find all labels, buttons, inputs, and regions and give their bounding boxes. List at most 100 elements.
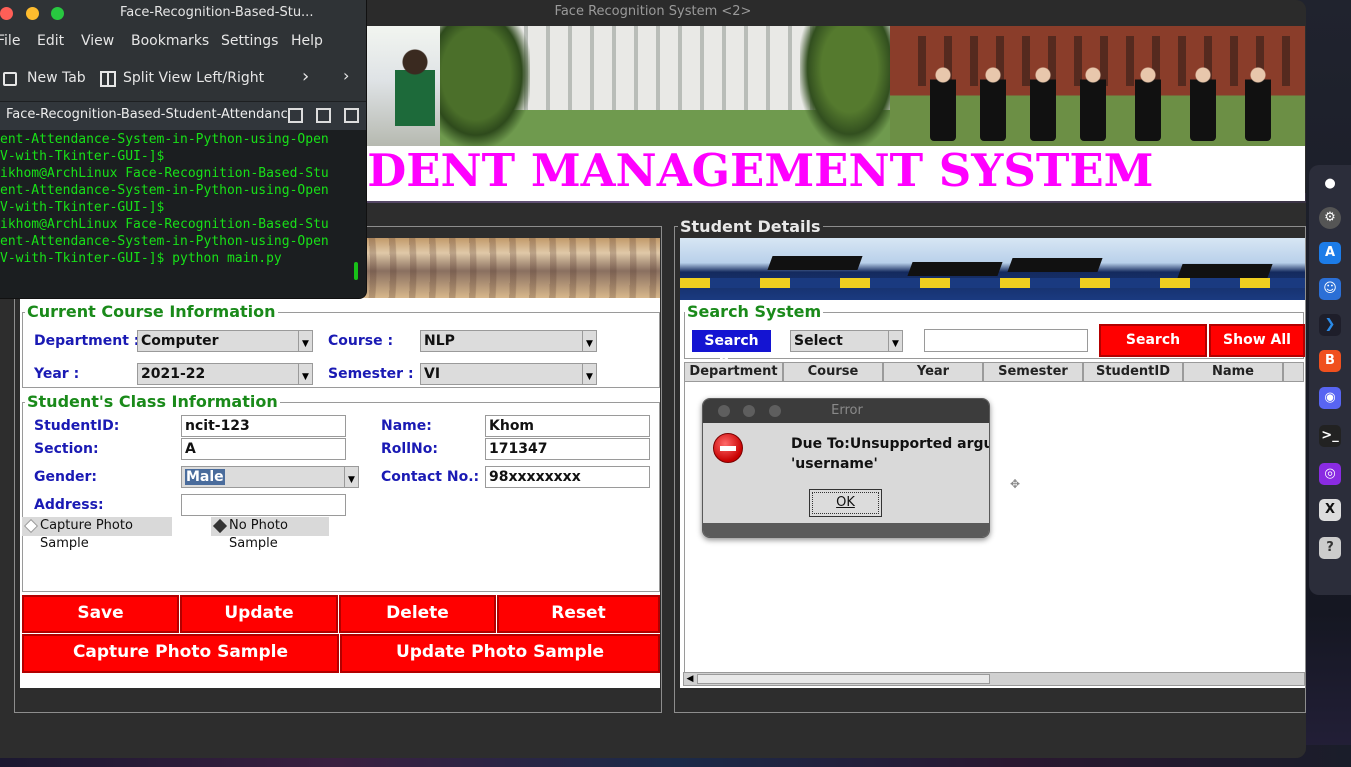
discord-icon[interactable]: ◉ xyxy=(1319,387,1341,409)
menu-view[interactable]: View xyxy=(81,26,114,56)
no-photo-radio[interactable]: No Photo Sample xyxy=(211,517,329,551)
update-button[interactable]: Update xyxy=(180,595,338,633)
terminal-icon[interactable]: >_ xyxy=(1319,425,1341,447)
ok-button-label: OK xyxy=(812,492,879,514)
menu-file[interactable]: File xyxy=(0,26,20,56)
column-header-name[interactable]: Name xyxy=(1183,362,1283,382)
split-pane-icon[interactable] xyxy=(316,108,331,123)
terminal-scrollbar[interactable] xyxy=(354,262,358,280)
class-info-title: Student's Class Information xyxy=(25,392,280,411)
ok-button[interactable]: OK xyxy=(809,489,882,517)
scroll-left-icon[interactable]: ◀ xyxy=(684,673,696,685)
minimize-dot-icon[interactable] xyxy=(26,7,39,20)
close-pane-icon[interactable] xyxy=(344,108,359,123)
terminal-titlebar[interactable]: Face-Recognition-Based-Stu... xyxy=(0,0,366,26)
name-field[interactable]: Khom xyxy=(485,415,650,437)
column-header-studentid[interactable]: StudentID xyxy=(1083,362,1183,382)
capture-photo-radio[interactable]: Capture Photo Sample xyxy=(22,517,172,551)
chevron-down-icon[interactable]: ▼ xyxy=(298,364,312,384)
search-button[interactable]: Search xyxy=(1099,324,1207,357)
studentid-label: StudentID: xyxy=(34,418,120,434)
course-info-title: Current Course Information xyxy=(25,302,278,321)
department-label: Department : xyxy=(34,333,140,349)
finder-icon[interactable]: ☺ xyxy=(1319,278,1341,300)
chevron-right-icon[interactable]: › xyxy=(343,66,349,85)
table-header: Department Course Year Semester StudentI… xyxy=(684,362,1304,382)
maximize-pane-icon[interactable] xyxy=(288,108,303,123)
radio-empty-icon xyxy=(23,518,39,534)
maximize-dot-icon[interactable] xyxy=(51,7,64,20)
search-by-select[interactable]: Select ▼ xyxy=(790,330,903,352)
terminal-line: V-with-Tkinter-GUI-]$ xyxy=(0,200,165,215)
close-dot-icon[interactable] xyxy=(0,7,13,20)
screen-recorder-icon[interactable]: ◎ xyxy=(1319,463,1341,485)
dialog-message-line1: Due To:Unsupported argument xyxy=(791,436,990,452)
apple-icon[interactable]: ● xyxy=(1319,173,1341,195)
contact-field[interactable]: 98xxxxxxxx xyxy=(485,466,650,488)
save-button[interactable]: Save xyxy=(22,595,179,633)
vscode-icon[interactable]: ❯ xyxy=(1319,314,1341,336)
chevron-down-icon[interactable]: ▼ xyxy=(582,331,596,351)
dialog-titlebar[interactable]: Error xyxy=(703,399,989,423)
new-tab-button[interactable]: New Tab xyxy=(27,70,86,86)
terminal-title: Face-Recognition-Based-Stu... xyxy=(120,5,314,20)
x-icon[interactable]: X xyxy=(1319,499,1341,521)
section-field[interactable]: A xyxy=(181,438,346,460)
help-icon[interactable]: ? xyxy=(1319,537,1341,559)
address-field[interactable] xyxy=(181,494,346,516)
maximize-dot-icon[interactable] xyxy=(769,405,781,417)
column-header-department[interactable]: Department xyxy=(684,362,783,382)
horizontal-scrollbar[interactable]: ◀ xyxy=(683,672,1305,686)
chevron-down-icon[interactable]: ▼ xyxy=(888,331,902,351)
banner-image-campus xyxy=(440,26,890,146)
chevron-down-icon[interactable]: ▼ xyxy=(298,331,312,351)
new-tab-icon[interactable] xyxy=(3,72,17,86)
gender-select[interactable]: Male ▼ xyxy=(181,466,359,488)
capture-photo-button[interactable]: Capture Photo Sample xyxy=(22,634,339,673)
column-header-semester[interactable]: Semester xyxy=(983,362,1083,382)
year-select[interactable]: 2021-22 ▼ xyxy=(137,363,313,385)
column-header-course[interactable]: Course xyxy=(783,362,883,382)
graduation-cap xyxy=(767,256,863,270)
banner-images xyxy=(365,26,1305,146)
split-view-icon[interactable] xyxy=(100,71,116,87)
reset-button[interactable]: Reset xyxy=(497,595,660,633)
show-all-button[interactable]: Show All xyxy=(1209,324,1305,357)
column-header-year[interactable]: Year xyxy=(883,362,983,382)
minimize-dot-icon[interactable] xyxy=(743,405,755,417)
course-select[interactable]: NLP ▼ xyxy=(420,330,597,352)
name-label: Name: xyxy=(381,418,432,434)
delete-button[interactable]: Delete xyxy=(339,595,496,633)
menu-settings[interactable]: Settings xyxy=(221,26,278,56)
close-dot-icon[interactable] xyxy=(718,405,730,417)
search-input[interactable] xyxy=(924,329,1088,352)
banner-image-graduates xyxy=(890,26,1305,146)
chevron-down-icon[interactable]: ▼ xyxy=(582,364,596,384)
terminal-line: V-with-Tkinter-GUI-]$ xyxy=(0,149,165,164)
gown-stripes xyxy=(680,278,1305,288)
dock: ● ⚙ A ☺ ❯ B ◉ >_ ◎ X ? xyxy=(1309,165,1351,595)
graduation-cap xyxy=(1007,258,1103,272)
course-value: NLP xyxy=(424,333,455,349)
brave-icon[interactable]: B xyxy=(1319,350,1341,372)
semester-select[interactable]: VI ▼ xyxy=(420,363,597,385)
settings-icon[interactable]: ⚙ xyxy=(1319,207,1341,229)
semester-label: Semester : xyxy=(328,366,414,382)
appstore-icon[interactable]: A xyxy=(1319,242,1341,264)
chevron-right-icon[interactable]: › xyxy=(302,66,309,87)
app-title: STUDENT MANAGEMENT SYSTEM xyxy=(262,144,1154,197)
department-select[interactable]: Computer ▼ xyxy=(137,330,313,352)
menu-help[interactable]: Help xyxy=(291,26,323,56)
rollno-field[interactable]: 171347 xyxy=(485,438,650,460)
menu-edit[interactable]: Edit xyxy=(37,26,64,56)
terminal-line: ent-Attendance-System-in-Python-using-Op… xyxy=(0,183,329,198)
studentid-field[interactable]: ncit-123 xyxy=(181,415,346,437)
menu-bookmarks[interactable]: Bookmarks xyxy=(131,26,209,56)
terminal-tab[interactable]: Face-Recognition-Based-Student-Attendanc… xyxy=(0,102,366,130)
chevron-down-icon[interactable]: ▼ xyxy=(344,467,358,487)
address-label: Address: xyxy=(34,497,104,513)
update-photo-button[interactable]: Update Photo Sample xyxy=(340,634,660,673)
split-view-button[interactable]: Split View Left/Right xyxy=(123,70,264,86)
terminal-output[interactable]: ent-Attendance-System-in-Python-using-Op… xyxy=(0,130,366,298)
scrollbar-thumb[interactable] xyxy=(697,674,990,684)
